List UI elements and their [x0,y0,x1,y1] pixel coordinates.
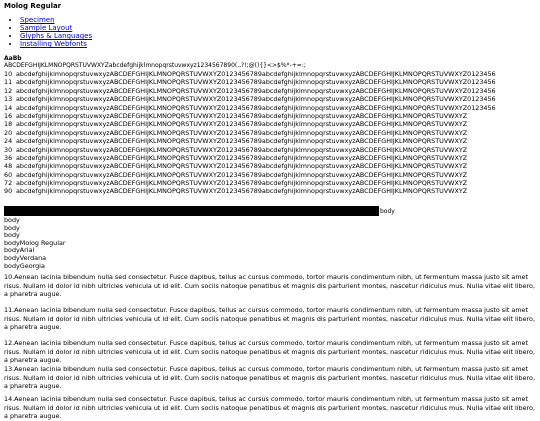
size-sample: abcdefghijklmnopqrstuvwxyzABCDEFGHIJKLMN… [16,162,468,171]
size-sample: abcdefghijklmnopqrstuvwxyzABCDEFGHIJKLMN… [16,145,468,154]
size-label: 24 [4,137,13,146]
size-label: 30 [4,145,13,154]
nav-item: Specimen [20,16,92,24]
size-row: 13 abcdefghijklmnopqrstuvwxyzABCDEFGHIJKL… [4,95,540,103]
paragraph-body: Aenean lacinia bibendum nulla sed consec… [4,273,535,299]
body-line: bodyGeorgia [4,261,45,270]
size-sample: abcdefghijklmnopqrstuvwxyzABCDEFGHIJKLMN… [16,70,496,78]
paragraph-size-label: 12. [4,339,15,347]
paragraph-sample-10: 10.Aenean lacinia bibendum nulla sed con… [4,273,536,299]
paragraph-sample-14: 14.Aenean lacinia bibendum nulla sed con… [4,395,536,421]
size-label: 48 [4,162,13,171]
paragraph-text: 11.Aenean lacinia bibendum nulla sed con… [4,306,536,332]
paragraph-text: 14.Aenean lacinia bibendum nulla sed con… [4,395,536,421]
nav-item: Glyphs & Languages [20,32,92,40]
size-row: 20 abcdefghijklmnopqrstuvwxyzABCDEFGHIJKL… [4,129,540,137]
size-row: 48 abcdefghijklmnopqrstuvwxyzABCDEFGHIJKL… [4,162,540,170]
size-label: 13 [4,95,13,104]
paragraph-size-label: 11. [4,306,15,314]
size-sample: abcdefghijklmnopqrstuvwxyzABCDEFGHIJKLMN… [16,111,468,120]
paragraph-text: 13.Aenean lacinia bibendum nulla sed con… [4,365,536,391]
size-row: 24 abcdefghijklmnopqrstuvwxyzABCDEFGHIJKL… [4,137,540,145]
charset-line: ABCDEFGHIJKLMNOPQRSTUVWXYZabcdefghijklmn… [4,62,306,69]
size-sample: abcdefghijklmnopqrstuvwxyzABCDEFGHIJKLMN… [16,78,496,87]
size-row: 10 abcdefghijklmnopqrstuvwxyzABCDEFGHIJKL… [4,70,540,78]
size-sample: abcdefghijklmnopqrstuvwxyzABCDEFGHIJKLMN… [16,103,496,112]
paragraph-text: 12.Aenean lacinia bibendum nulla sed con… [4,339,536,365]
paragraph-sample-13: 13.Aenean lacinia bibendum nulla sed con… [4,365,536,391]
nav-link-specimen[interactable]: Specimen [20,16,55,24]
nav-item: Installing Webfonts [20,40,92,48]
nav-list: Specimen Sample Layout Glyphs & Language… [10,16,92,48]
size-label: 18 [4,120,13,129]
size-label: 60 [4,170,13,179]
paragraph-size-label: 13. [4,365,15,373]
size-sample: abcdefghijklmnopqrstuvwxyzABCDEFGHIJKLMN… [16,170,468,179]
size-row: 90 abcdefghijklmnopqrstuvwxyzABCDEFGHIJKL… [4,187,540,195]
size-label: 90 [4,187,13,196]
size-label: 14 [4,103,13,112]
nav-item: Sample Layout [20,24,92,32]
nav-link-glyphs[interactable]: Glyphs & Languages [20,32,92,40]
size-waterfall: 10 abcdefghijklmnopqrstuvwxyzABCDEFGHIJKL… [4,70,540,196]
paragraph-body: Aenean lacinia bibendum nulla sed consec… [4,339,535,365]
big-size-trailing-text: body [380,208,395,215]
page-title: Molog Regular [4,2,62,10]
size-label: 16 [4,111,13,120]
size-label: 12 [4,86,13,95]
size-label: 11 [4,78,13,87]
size-label: 10 [4,70,13,78]
size-row: 72 abcdefghijklmnopqrstuvwxyzABCDEFGHIJKL… [4,179,540,187]
paragraph-size-label: 10. [4,273,15,281]
size-sample: abcdefghijklmnopqrstuvwxyzABCDEFGHIJKLMN… [16,128,468,137]
size-sample: abcdefghijklmnopqrstuvwxyzABCDEFGHIJKLMN… [16,179,468,188]
size-row: 11 abcdefghijklmnopqrstuvwxyzABCDEFGHIJKL… [4,78,540,86]
nav-link-webfonts[interactable]: Installing Webfonts [20,40,87,48]
size-sample: abcdefghijklmnopqrstuvwxyzABCDEFGHIJKLMN… [16,187,468,196]
size-sample: abcdefghijklmnopqrstuvwxyzABCDEFGHIJKLMN… [16,86,496,95]
size-label: 36 [4,153,13,162]
large-glyph-strip [4,206,379,216]
paragraph-sample-11: 11.Aenean lacinia bibendum nulla sed con… [4,306,536,332]
size-row: 60 abcdefghijklmnopqrstuvwxyzABCDEFGHIJKL… [4,171,540,179]
size-label: 20 [4,128,13,137]
size-sample: abcdefghijklmnopqrstuvwxyzABCDEFGHIJKLMN… [16,120,468,129]
size-row: 16 abcdefghijklmnopqrstuvwxyzABCDEFGHIJKL… [4,112,540,120]
nav-link-sample-layout[interactable]: Sample Layout [20,24,72,32]
size-row: 12 abcdefghijklmnopqrstuvwxyzABCDEFGHIJKL… [4,87,540,95]
size-row: 36 abcdefghijklmnopqrstuvwxyzABCDEFGHIJKL… [4,154,540,162]
size-sample: abcdefghijklmnopqrstuvwxyzABCDEFGHIJKLMN… [16,95,496,104]
body-font-comparison: body body body bodyMolog Regular bodyAri… [4,216,66,270]
paragraph-body: Aenean lacinia bibendum nulla sed consec… [4,306,535,332]
size-label: 72 [4,179,13,188]
size-row: 14 abcdefghijklmnopqrstuvwxyzABCDEFGHIJKL… [4,104,540,112]
size-row: 30 abcdefghijklmnopqrstuvwxyzABCDEFGHIJKL… [4,146,540,154]
paragraph-sample-12: 12.Aenean lacinia bibendum nulla sed con… [4,339,536,365]
size-sample: abcdefghijklmnopqrstuvwxyzABCDEFGHIJKLMN… [16,153,468,162]
aabb-sample: AaBb [4,55,22,62]
paragraph-size-label: 14. [4,395,15,403]
paragraph-body: Aenean lacinia bibendum nulla sed consec… [4,365,535,391]
size-row: 18 abcdefghijklmnopqrstuvwxyzABCDEFGHIJKL… [4,120,540,128]
paragraph-body: Aenean lacinia bibendum nulla sed consec… [4,395,535,421]
size-sample: abcdefghijklmnopqrstuvwxyzABCDEFGHIJKLMN… [16,137,468,146]
paragraph-text: 10.Aenean lacinia bibendum nulla sed con… [4,273,536,299]
